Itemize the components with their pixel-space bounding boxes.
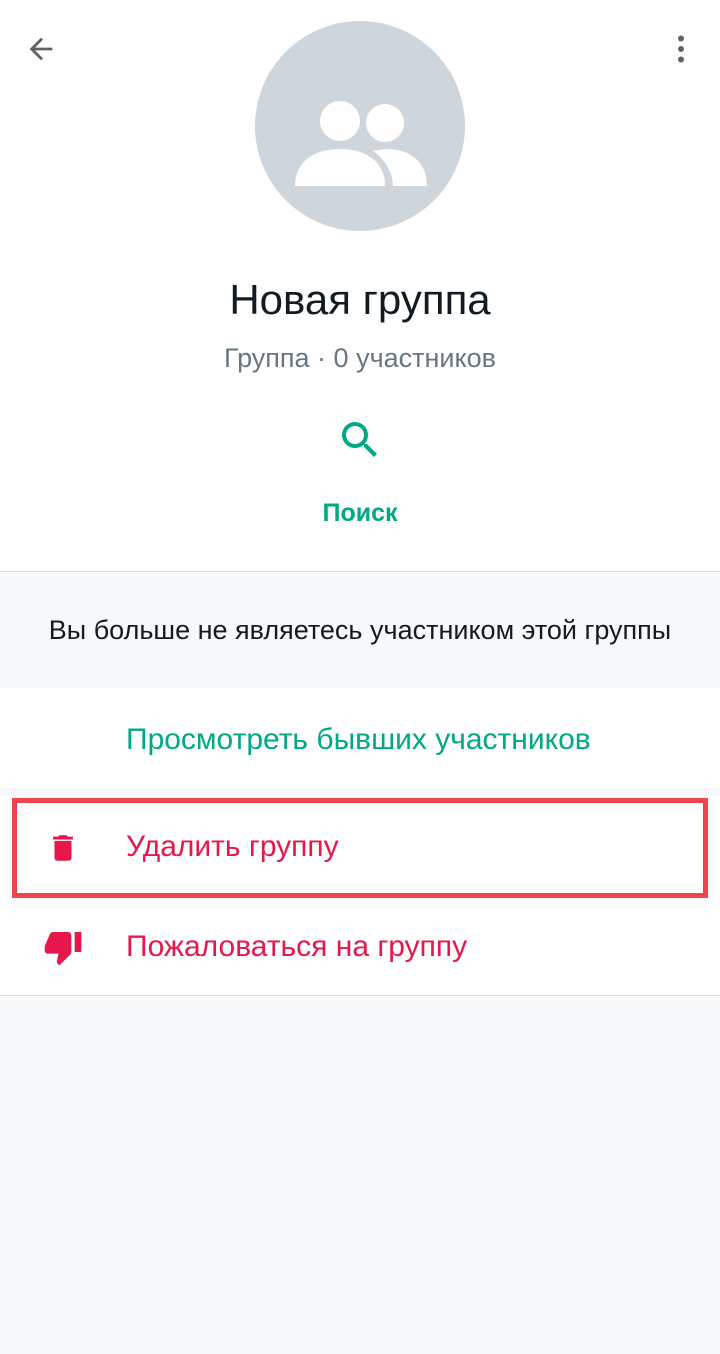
group-info-header: Новая группа Группа · 0 участников Поиск	[0, 0, 720, 572]
search-button[interactable]: Поиск	[300, 410, 420, 536]
thumbs-down-icon	[38, 922, 88, 972]
group-icon	[295, 101, 427, 186]
notice-text: Вы больше не являетесь участником этой г…	[48, 615, 672, 645]
trash-icon	[38, 823, 88, 873]
report-group-item[interactable]: Пожаловаться на группу	[0, 898, 720, 996]
report-group-label: Пожаловаться на группу	[126, 930, 468, 963]
back-button[interactable]	[18, 26, 64, 72]
group-avatar[interactable]	[255, 21, 465, 231]
list-divider	[0, 788, 720, 796]
view-former-members-item[interactable]: Просмотреть бывших участников	[0, 688, 720, 788]
arrow-left-icon	[29, 37, 53, 61]
search-icon	[330, 410, 390, 470]
delete-group-label: Удалить группу	[126, 830, 339, 863]
more-options-button[interactable]	[658, 26, 704, 72]
search-label: Поиск	[322, 499, 398, 527]
view-former-members-label: Просмотреть бывших участников	[126, 723, 591, 756]
not-member-notice: Вы больше не являетесь участником этой г…	[0, 572, 720, 688]
group-actions-list: Просмотреть бывших участников Удалить гр…	[0, 688, 720, 996]
more-vertical-icon	[678, 35, 684, 63]
delete-group-item[interactable]: Удалить группу	[0, 798, 720, 898]
group-subtitle: Группа · 0 участников	[223, 343, 496, 373]
group-title: Новая группа	[229, 276, 491, 323]
